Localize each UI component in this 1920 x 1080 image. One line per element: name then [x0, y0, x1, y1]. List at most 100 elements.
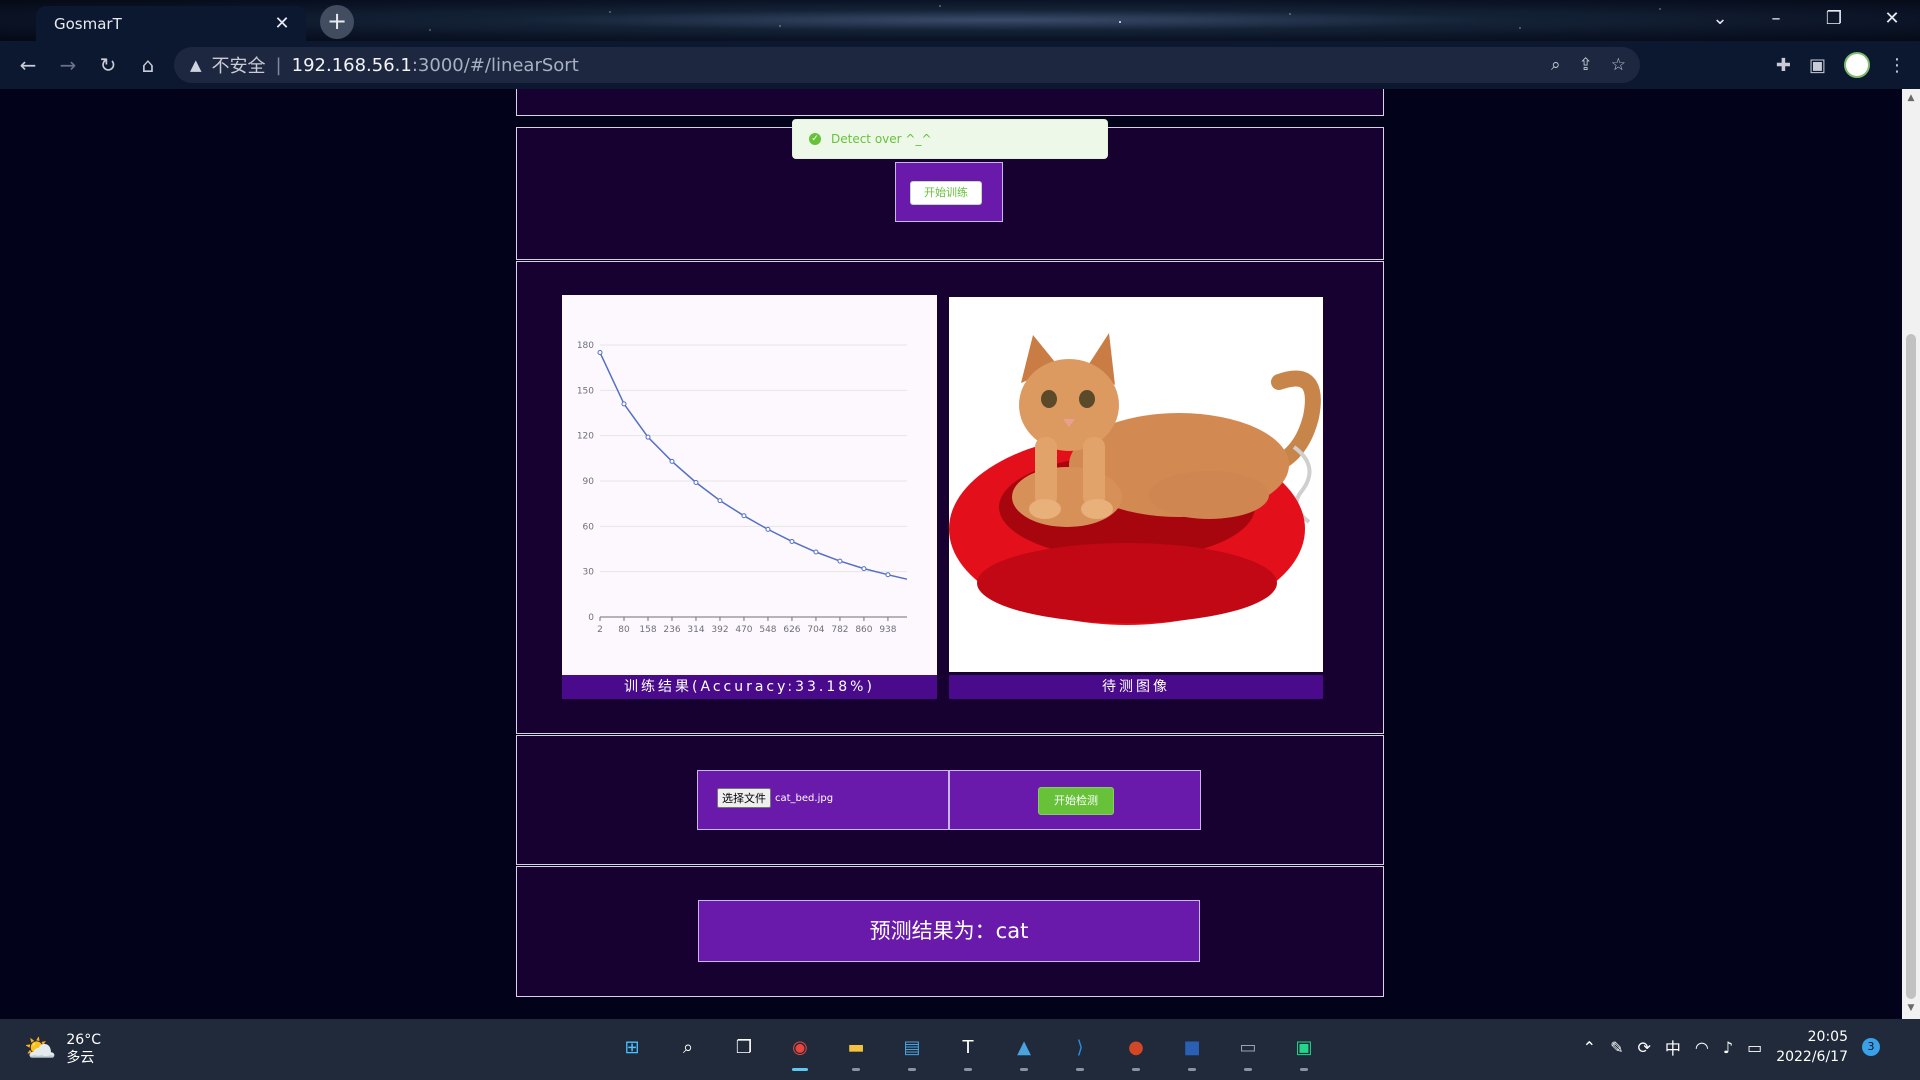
chart-caption: 训练结果(Accuracy:33.18%) — [562, 675, 937, 699]
minimize-icon[interactable]: – — [1748, 0, 1804, 41]
taskbar-apps: ⊞ ⌕ ❐ ◉ ▬ ▤ T ▲ ⟩ ● ■ ▭ ▣ — [612, 1027, 1324, 1071]
y-tick-label: 150 — [577, 386, 594, 396]
url-host: 192.168.56.1 — [291, 54, 412, 76]
test-image — [949, 297, 1323, 672]
y-tick-label: 120 — [577, 432, 594, 442]
y-tick-label: 30 — [583, 568, 595, 578]
tray-overflow-icon[interactable]: ⌃ — [1583, 1038, 1596, 1057]
vscode-icon[interactable]: ⟩ — [1060, 1027, 1100, 1071]
x-tick-label: 392 — [711, 625, 728, 635]
data-point — [741, 513, 747, 519]
clock[interactable]: 20:05 2022/6/17 — [1776, 1027, 1848, 1067]
battery-icon[interactable]: ▭ — [1747, 1038, 1762, 1057]
taskbar: ⛅ 26°C 多云 ⊞ ⌕ ❐ ◉ ▬ ▤ T ▲ ⟩ ● ■ ▭ ▣ ⌃ ✎ … — [0, 1019, 1920, 1080]
x-tick-label: 626 — [783, 625, 800, 635]
menu-icon[interactable]: ⋮ — [1888, 55, 1906, 76]
window-close-icon[interactable]: ✕ — [1864, 0, 1920, 41]
file-upload-box: 选择文件 cat_bed.jpg — [697, 770, 949, 830]
data-point — [885, 572, 891, 578]
y-tick-label: 0 — [588, 613, 594, 623]
x-tick-label: 470 — [735, 625, 752, 635]
partly-cloudy-icon: ⛅ — [24, 1034, 57, 1064]
data-point — [669, 458, 675, 464]
scroll-thumb[interactable] — [1906, 334, 1916, 999]
bookmark-star-icon[interactable]: ☆ — [1611, 55, 1626, 75]
sync-icon[interactable]: ⟳ — [1637, 1038, 1650, 1057]
address-toolbar: ← → ↻ ⌂ ▲ 不安全 | 192.168.56.1 :3000/#/lin… — [0, 41, 1920, 89]
training-chart: 0 30 60 90 120 150 180 2 80 158 236 314 392 470 548 626… — [562, 295, 937, 675]
data-point — [765, 526, 771, 532]
train-button-box: 开始训练 — [895, 162, 1003, 222]
url-separator: | — [275, 54, 282, 76]
weather-condition: 多云 — [66, 1050, 95, 1066]
choose-file-button[interactable]: 选择文件 — [717, 788, 771, 808]
wifi-icon[interactable]: ◠ — [1695, 1038, 1709, 1057]
reload-icon[interactable]: ↻ — [88, 53, 128, 77]
clock-date: 2022/6/17 — [1776, 1049, 1848, 1065]
chrome-icon[interactable]: ◉ — [780, 1027, 820, 1071]
x-tick-label: 80 — [618, 625, 630, 635]
data-point — [837, 558, 843, 564]
page-scrollbar[interactable]: ▲ ▼ — [1902, 89, 1920, 1019]
browser-tab[interactable]: GosmarT ✕ — [36, 6, 306, 41]
data-point — [693, 480, 699, 486]
data-point — [621, 401, 627, 407]
scroll-down-icon[interactable]: ▼ — [1902, 1003, 1920, 1013]
temperature: 26°C — [66, 1032, 101, 1048]
file-explorer-icon[interactable]: ▬ — [836, 1027, 876, 1071]
profile-avatar[interactable] — [1844, 52, 1870, 78]
file-name: cat_bed.jpg — [775, 792, 834, 804]
weather-widget[interactable]: ⛅ 26°C 多云 — [24, 1031, 101, 1067]
volume-icon[interactable]: ♪ — [1723, 1038, 1733, 1057]
scroll-up-icon[interactable]: ▲ — [1902, 93, 1920, 103]
notification-badge[interactable]: 3 — [1862, 1038, 1880, 1056]
data-point — [813, 549, 819, 555]
insecure-label: 不安全 — [211, 56, 266, 77]
start-detect-button[interactable]: 开始检测 — [1038, 787, 1114, 815]
warning-icon[interactable]: ▲ — [190, 56, 202, 74]
forward-icon[interactable]: → — [48, 53, 88, 77]
search-icon[interactable]: ⌕ — [668, 1027, 708, 1067]
word-icon[interactable]: ■ — [1172, 1027, 1212, 1071]
data-point — [597, 350, 603, 356]
tab-bar: GosmarT ✕ + ⌄ – ❐ ✕ — [0, 0, 1920, 41]
new-tab-button[interactable]: + — [320, 5, 354, 39]
start-icon[interactable]: ⊞ — [612, 1027, 652, 1067]
upload-panel: 选择文件 cat_bed.jpg 开始检测 — [516, 735, 1384, 865]
task-view-icon[interactable]: ❐ — [724, 1027, 764, 1067]
image-caption: 待测图像 — [949, 675, 1323, 699]
close-icon[interactable]: ✕ — [272, 13, 292, 34]
tab-search-icon[interactable]: ⌄ — [1692, 0, 1748, 41]
notepad-icon[interactable]: ▤ — [892, 1027, 932, 1071]
address-bar[interactable]: ▲ 不安全 | 192.168.56.1 :3000/#/linearSort … — [174, 47, 1640, 83]
side-panel-icon[interactable]: ▣ — [1809, 55, 1826, 76]
photos-icon[interactable]: ▲ — [1004, 1027, 1044, 1071]
top-panel — [516, 89, 1384, 116]
pen-icon[interactable]: ✎ — [1610, 1038, 1623, 1057]
x-tick-label: 158 — [639, 625, 656, 635]
share-icon[interactable]: ⇪ — [1579, 55, 1593, 75]
zoom-icon[interactable]: ⌕ — [1551, 55, 1561, 75]
y-tick-label: 60 — [583, 522, 595, 532]
back-icon[interactable]: ← — [8, 53, 48, 77]
powerpoint-icon[interactable]: ● — [1116, 1027, 1156, 1071]
data-point — [861, 566, 867, 572]
loss-line-chart: 0 30 60 90 120 150 180 2 80 158 236 314 392 470 548 626… — [562, 295, 937, 675]
pycharm-icon[interactable]: ▣ — [1284, 1027, 1324, 1071]
extensions-icon[interactable]: ✚ — [1776, 55, 1791, 76]
home-icon[interactable]: ⌂ — [128, 53, 168, 77]
x-tick-label: 314 — [687, 625, 704, 635]
typora-icon[interactable]: T — [948, 1027, 988, 1071]
ime-indicator[interactable]: 中 — [1665, 1035, 1681, 1059]
prediction-result: 预测结果为：cat — [698, 900, 1200, 962]
x-tick-label: 938 — [879, 625, 896, 635]
terminal-icon[interactable]: ▭ — [1228, 1027, 1268, 1071]
start-training-button[interactable]: 开始训练 — [910, 181, 982, 205]
data-point — [645, 434, 651, 440]
cat-on-red-bed-picture — [949, 297, 1323, 672]
restore-icon[interactable]: ❐ — [1806, 0, 1862, 41]
detect-button-box: 开始检测 — [949, 770, 1201, 830]
x-tick-label: 2 — [597, 625, 603, 635]
tab-title: GosmarT — [54, 14, 122, 33]
x-tick-label: 236 — [663, 625, 680, 635]
